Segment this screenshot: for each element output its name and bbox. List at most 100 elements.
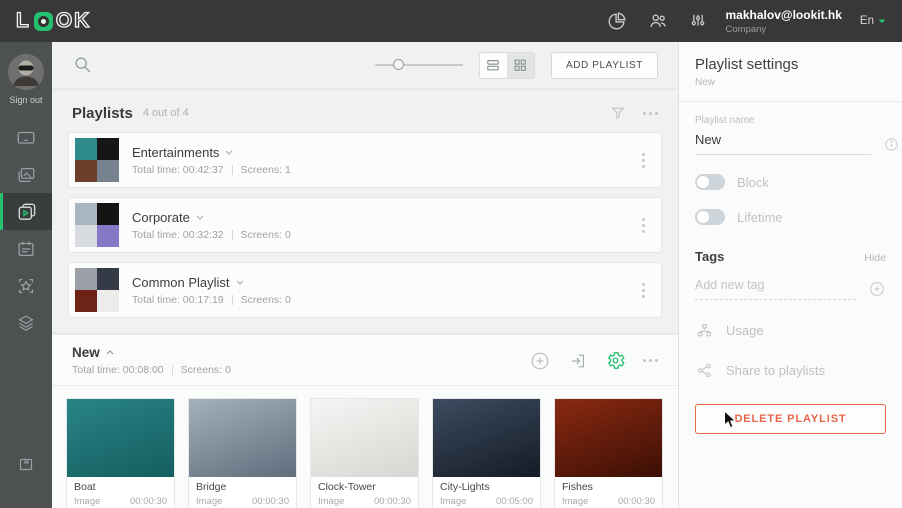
language-selector[interactable]: En xyxy=(860,15,886,27)
add-tag-input[interactable] xyxy=(695,276,856,300)
sidebar-item-layers[interactable] xyxy=(0,304,52,341)
slider-knob[interactable] xyxy=(393,59,404,70)
media-type: Image xyxy=(196,496,222,507)
sidebar-item-media[interactable] xyxy=(0,156,52,193)
more-menu-icon[interactable] xyxy=(643,359,658,362)
playlists-toolbar: ADD PLAYLIST xyxy=(52,42,678,88)
app-logo[interactable]: L OK xyxy=(16,9,91,33)
delete-playlist-button[interactable]: DELETE PLAYLIST xyxy=(695,404,886,434)
row-menu-button[interactable] xyxy=(636,149,651,172)
playlist-row[interactable]: Corporate Total time: 00:32:32 Screens: … xyxy=(68,197,662,253)
mosaic-tile xyxy=(97,160,119,182)
chevron-down-icon[interactable] xyxy=(196,215,204,220)
row-menu-button[interactable] xyxy=(636,214,651,237)
settings-title: Playlist settings xyxy=(695,56,886,73)
add-content-icon[interactable] xyxy=(529,350,551,372)
logo-eye-icon xyxy=(34,12,53,31)
more-menu-icon[interactable] xyxy=(643,112,658,115)
sidebar-nav xyxy=(0,119,52,341)
grid-view-icon xyxy=(513,58,527,72)
mosaic-tile xyxy=(75,138,97,160)
lifetime-toggle[interactable] xyxy=(695,209,725,225)
screens-icon xyxy=(15,127,37,149)
grid-view-button[interactable] xyxy=(507,53,534,78)
filters-icon[interactable] xyxy=(688,10,708,32)
media-item[interactable]: Boat Image 00:00:30 xyxy=(67,399,174,508)
playlists-count: 4 out of 4 xyxy=(143,107,189,119)
row-menu-button[interactable] xyxy=(636,279,651,302)
media-duration: 00:00:30 xyxy=(374,496,411,507)
expanded-screens: Screens: 0 xyxy=(181,364,231,376)
media-type: Image xyxy=(562,496,588,507)
add-playlist-button[interactable]: ADD PLAYLIST xyxy=(551,52,658,79)
add-tag-icon[interactable] xyxy=(868,280,886,300)
sidebar-bottom xyxy=(0,445,52,482)
chevron-down-icon[interactable] xyxy=(225,150,233,155)
playlist-title[interactable]: Common Playlist xyxy=(132,275,230,290)
mosaic-tile xyxy=(75,203,97,225)
info-icon[interactable] xyxy=(883,136,900,155)
playlist-settings-panel: Playlist settings New Playlist name Bloc… xyxy=(678,42,902,508)
logo-text-l: L xyxy=(16,9,31,33)
media-name: Fishes xyxy=(562,481,655,493)
user-avatar xyxy=(8,54,44,90)
playlist-list: Entertainments Total time: 00:42:37 Scre… xyxy=(52,132,678,327)
media-item[interactable]: Bridge Image 00:00:30 xyxy=(189,399,296,508)
list-view-button[interactable] xyxy=(480,53,507,78)
share-to-playlists-row[interactable]: Share to playlists xyxy=(695,361,886,380)
media-icon xyxy=(15,164,37,186)
playlist-total-time: Total time: 00:42:37 xyxy=(132,164,224,176)
playlist-row[interactable]: Entertainments Total time: 00:42:37 Scre… xyxy=(68,132,662,188)
playlist-row[interactable]: Common Playlist Total time: 00:17:19 Scr… xyxy=(68,262,662,318)
mosaic-tile xyxy=(97,203,119,225)
media-item[interactable]: Clock-Tower Image 00:00:30 xyxy=(311,399,418,508)
media-type: Image xyxy=(318,496,344,507)
media-image xyxy=(189,399,296,477)
settings-gear-icon[interactable] xyxy=(605,350,626,371)
usage-icon xyxy=(695,321,714,340)
topbar: L OK makhalov@lookit.hk Company En xyxy=(0,0,902,42)
sidebar-item-schedule[interactable] xyxy=(0,230,52,267)
lifetime-toggle-row[interactable]: Lifetime xyxy=(695,209,886,225)
settings-subtitle: New xyxy=(695,77,886,88)
assign-to-screen-icon[interactable] xyxy=(568,351,588,371)
media-image xyxy=(555,399,662,477)
expanded-playlist-section: New Total time: 00:08:00 Screens: 0 xyxy=(52,335,678,508)
sidebar-item-apps[interactable] xyxy=(0,267,52,304)
chevron-down-icon[interactable] xyxy=(236,280,244,285)
media-image xyxy=(67,399,174,477)
mosaic-tile xyxy=(75,290,97,312)
sign-out-button[interactable]: Sign out xyxy=(8,54,44,105)
account-menu[interactable]: makhalov@lookit.hk Company xyxy=(726,8,842,35)
tags-hide-link[interactable]: Hide xyxy=(864,252,886,264)
playlist-title[interactable]: Corporate xyxy=(132,210,190,225)
media-item[interactable]: Fishes Image 00:00:30 xyxy=(555,399,662,508)
media-item[interactable]: City-Lights Image 00:05:00 xyxy=(433,399,540,508)
statistics-icon[interactable] xyxy=(606,10,628,32)
usage-row[interactable]: Usage xyxy=(695,321,886,340)
sidebar-item-archive[interactable] xyxy=(0,445,52,482)
size-slider[interactable] xyxy=(375,58,463,72)
mosaic-tile xyxy=(97,138,119,160)
share-label: Share to playlists xyxy=(726,363,825,378)
playlist-name-input[interactable] xyxy=(695,130,871,155)
filter-icon[interactable] xyxy=(609,104,627,122)
expanded-playlist-title[interactable]: New xyxy=(72,345,100,360)
playlists-icon xyxy=(15,200,38,223)
star-frame-icon xyxy=(15,275,37,297)
language-label: En xyxy=(860,15,874,27)
playlist-total-time: Total time: 00:17:19 xyxy=(132,294,224,306)
block-toggle-row[interactable]: Block xyxy=(695,174,886,190)
playlists-header: Playlists 4 out of 4 xyxy=(52,88,678,132)
playlist-title[interactable]: Entertainments xyxy=(132,145,219,160)
sidebar-item-playlists[interactable] xyxy=(0,193,52,230)
mosaic-tile xyxy=(97,225,119,247)
search-icon[interactable] xyxy=(72,54,94,76)
playlists-header-actions xyxy=(609,104,658,122)
sidebar: Sign out xyxy=(0,42,52,508)
users-icon[interactable] xyxy=(646,10,670,32)
chevron-up-icon[interactable] xyxy=(106,350,114,355)
sidebar-item-screens[interactable] xyxy=(0,119,52,156)
playlist-screens: Screens: 1 xyxy=(241,164,291,176)
block-toggle[interactable] xyxy=(695,174,725,190)
